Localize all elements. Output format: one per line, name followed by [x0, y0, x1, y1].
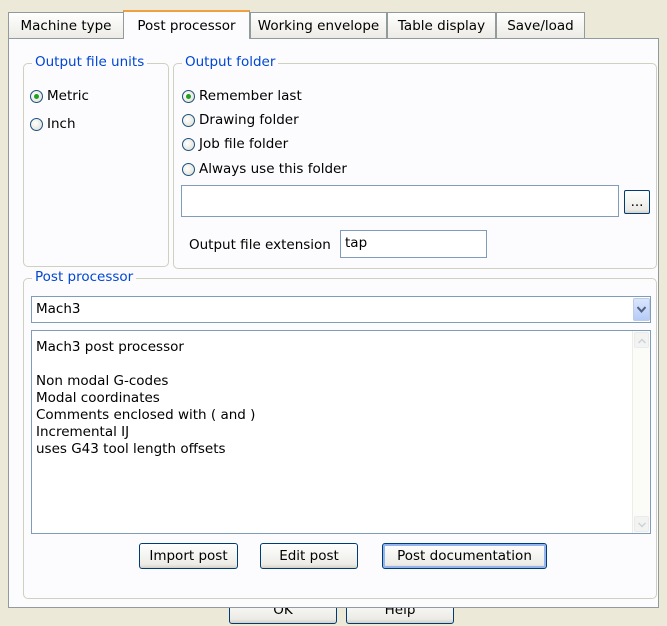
radio-button[interactable]: [182, 162, 195, 176]
extension-label: Output file extension: [189, 237, 331, 253]
radio-label: Remember last: [199, 88, 302, 104]
tab-label: Save/load: [507, 17, 574, 34]
tab-panel: Output file units Metric Inch Output fol…: [8, 38, 659, 608]
tab-machine-type[interactable]: Machine type: [8, 12, 124, 38]
select-value: Mach3: [36, 301, 81, 317]
chevron-down-icon: [637, 517, 646, 532]
tab-working-envelope[interactable]: Working envelope: [250, 12, 387, 38]
radio-label: Always use this folder: [199, 161, 347, 177]
radio-button[interactable]: [30, 89, 43, 103]
post-description-textarea[interactable]: Mach3 post processor Non modal G-codes M…: [31, 330, 651, 534]
chevron-up-icon: [637, 333, 646, 348]
browse-button[interactable]: ...: [624, 190, 650, 214]
post-processor-select[interactable]: Mach3: [31, 296, 651, 323]
radio-button[interactable]: [182, 137, 195, 151]
radio-button[interactable]: [182, 113, 195, 127]
radio-button[interactable]: [182, 89, 195, 103]
radio-label: Job file folder: [199, 136, 289, 152]
radio-metric[interactable]: Metric: [30, 88, 89, 104]
post-description-text: Mach3 post processor Non modal G-codes M…: [36, 339, 256, 457]
tab-post-processor[interactable]: Post processor: [123, 10, 250, 39]
scroll-up-button[interactable]: [634, 332, 649, 348]
radio-inch[interactable]: Inch: [30, 116, 76, 132]
vertical-scrollbar[interactable]: [632, 331, 650, 533]
radio-remember-last[interactable]: Remember last: [182, 88, 302, 104]
tab-label: Post processor: [137, 17, 236, 34]
group-legend: Output folder: [182, 54, 279, 70]
folder-path-input[interactable]: [181, 185, 619, 217]
group-legend: Post processor: [32, 269, 137, 285]
extension-input[interactable]: tap: [340, 230, 487, 258]
tab-label: Table display: [397, 17, 486, 34]
tab-label: Machine type: [20, 17, 112, 34]
import-post-button[interactable]: Import post: [139, 543, 238, 569]
chevron-down-icon: [636, 302, 647, 317]
group-legend: Output file units: [32, 54, 148, 70]
post-documentation-button[interactable]: Post documentation: [382, 543, 547, 569]
dropdown-button[interactable]: [633, 298, 650, 321]
radio-drawing-folder[interactable]: Drawing folder: [182, 112, 299, 128]
output-units-group: Output file units Metric Inch: [23, 54, 169, 267]
post-processor-group: Post processor Mach3 Mach3 post processo…: [23, 269, 657, 599]
tab-table-display[interactable]: Table display: [387, 12, 496, 38]
edit-post-button[interactable]: Edit post: [260, 543, 358, 569]
radio-always-use-folder[interactable]: Always use this folder: [182, 161, 347, 177]
radio-label: Metric: [47, 88, 89, 104]
radio-label: Inch: [47, 116, 76, 132]
radio-job-file-folder[interactable]: Job file folder: [182, 136, 288, 152]
scroll-down-button[interactable]: [634, 516, 649, 532]
tab-save-load[interactable]: Save/load: [496, 12, 585, 38]
radio-label: Drawing folder: [199, 112, 299, 128]
output-folder-group: Output folder Remember last Drawing fold…: [173, 54, 657, 269]
tab-label: Working envelope: [257, 17, 380, 34]
radio-button[interactable]: [30, 117, 43, 131]
